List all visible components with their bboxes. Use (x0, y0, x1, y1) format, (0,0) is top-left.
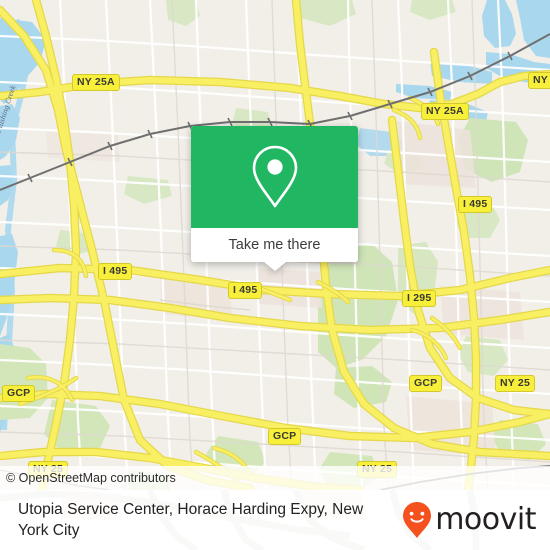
road-shield-gcp-east[interactable]: GCP (409, 375, 443, 392)
road-shield-ny-25a-west[interactable]: NY 25A (72, 74, 120, 91)
road-shield-ny-25-east[interactable]: NY 25 (495, 375, 535, 392)
road-shield-ny-25a-east[interactable]: NY 25A (421, 103, 469, 120)
take-me-there-label: Take me there (228, 237, 321, 253)
road-shield-i-295[interactable]: I 295 (402, 290, 437, 307)
footer-content: Utopia Service Center, Horace Harding Ex… (0, 490, 550, 550)
road-shield-gcp-south[interactable]: GCP (268, 428, 302, 445)
callout-body: Take me there (191, 126, 358, 262)
map-attribution: © OpenStreetMap contributors (0, 466, 550, 490)
road-shield-i-495-west[interactable]: I 495 (98, 263, 133, 280)
callout-tail (263, 262, 286, 271)
map-screenshot: Flushing Creek NY 25A NY 25A NY I 495 I … (0, 0, 550, 550)
road-shield-i-495-east[interactable]: I 495 (458, 196, 493, 213)
attribution-text: © OpenStreetMap contributors (6, 471, 176, 485)
moovit-pin-smiley-icon (403, 502, 432, 538)
page-footer: Utopia Service Center, Horace Harding Ex… (0, 490, 550, 550)
place-name: Utopia Service Center, Horace Harding Ex… (18, 501, 364, 539)
location-callout-card[interactable]: Take me there (191, 126, 358, 271)
moovit-wordmark: moovit (435, 502, 536, 537)
road-shield-gcp-west[interactable]: GCP (2, 385, 36, 402)
callout-header (191, 126, 358, 228)
callout-footer[interactable]: Take me there (191, 228, 358, 262)
road-shield-i-495-mid[interactable]: I 495 (228, 282, 263, 299)
map-pin-icon (252, 145, 297, 208)
road-shield-ny-edge[interactable]: NY (528, 72, 550, 89)
moovit-logo[interactable]: moovit (402, 501, 536, 539)
